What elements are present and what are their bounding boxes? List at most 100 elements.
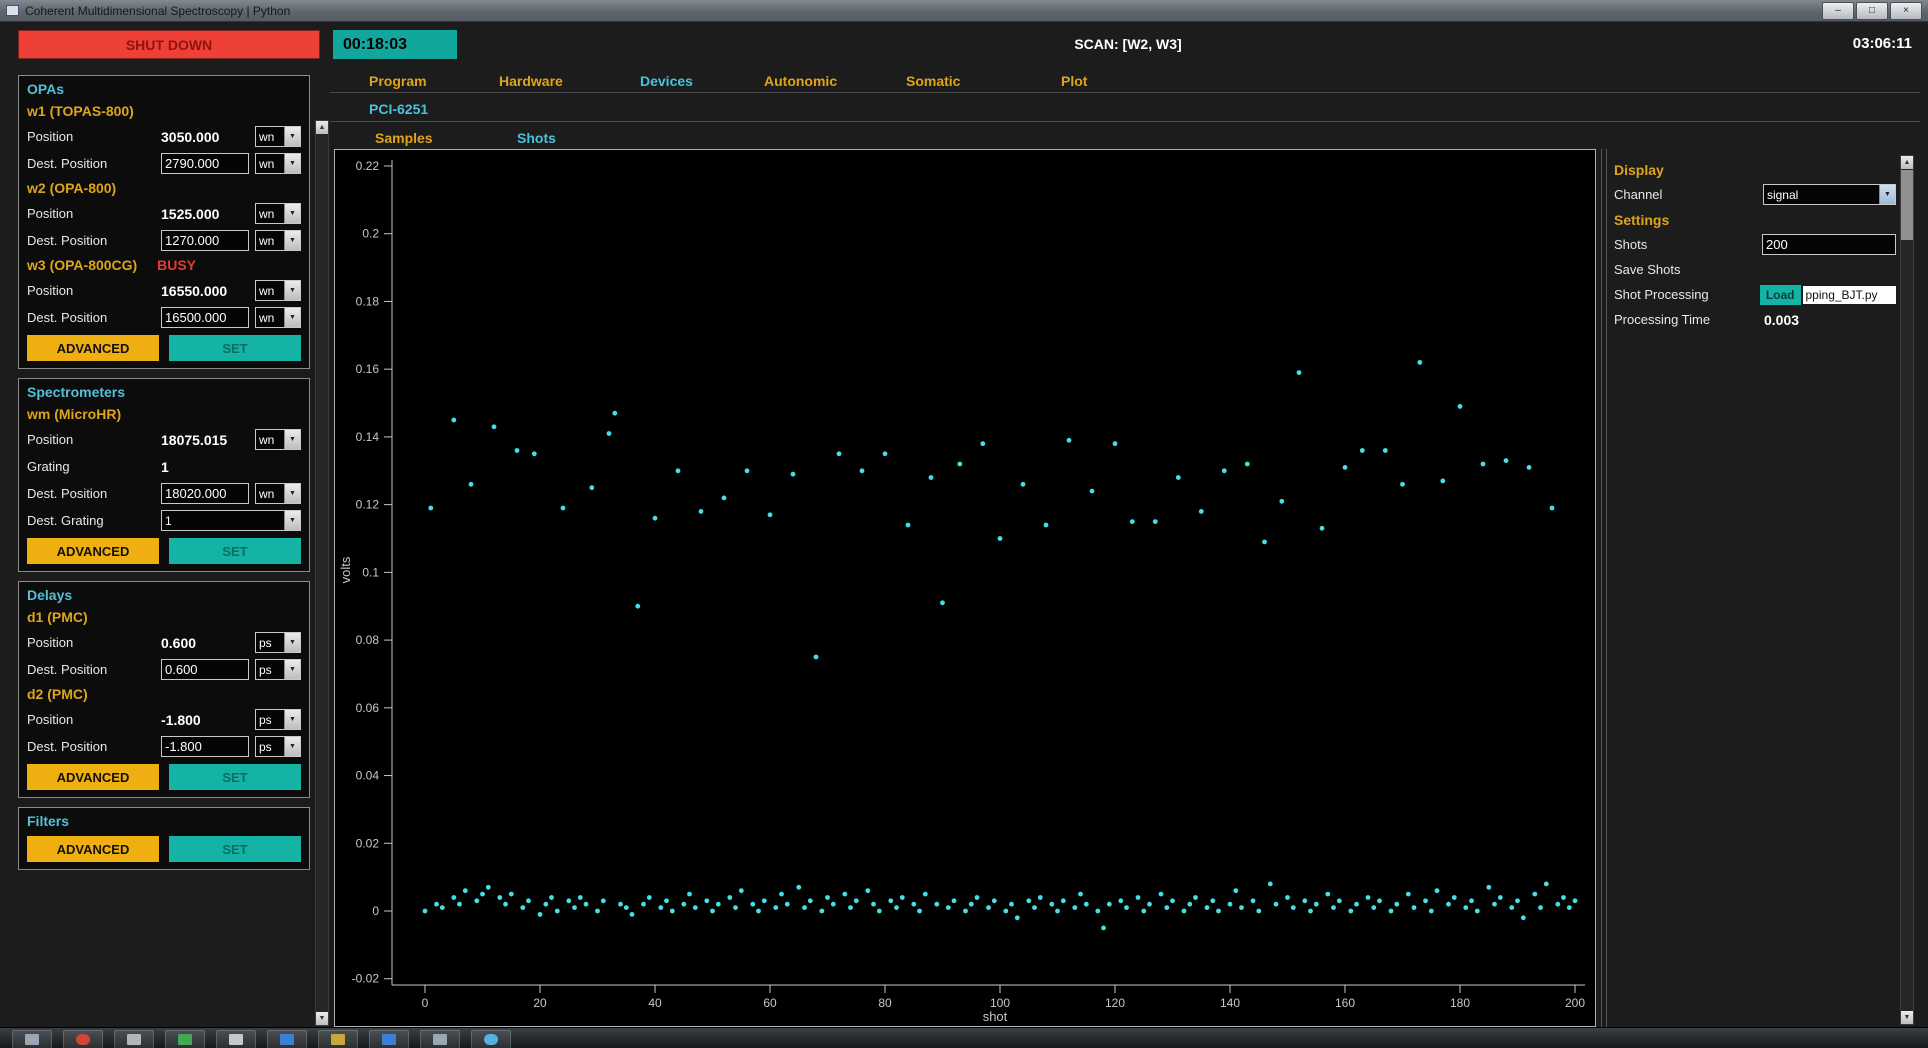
minimize-button-icon[interactable]: – (1822, 1, 1854, 20)
tab-hardware[interactable]: Hardware (499, 73, 563, 89)
tab-autonomic[interactable]: Autonomic (764, 73, 837, 89)
set-button[interactable]: SET (169, 836, 301, 862)
units-combo[interactable]: wn ▼ (255, 280, 301, 301)
tab-pci-6251[interactable]: PCI-6251 (369, 101, 428, 117)
units-value: ps (259, 739, 272, 754)
tab-somatic[interactable]: Somatic (906, 73, 960, 89)
shots-scatter-plot[interactable]: -0.02 0 0.02 0.04 0.06 0.08 0.1 0.12 0.14 0.16 0.1… (335, 150, 1595, 1026)
tab-plot[interactable]: Plot (1061, 73, 1087, 89)
scrollbar-thumb[interactable] (1901, 170, 1913, 240)
maximize-button-icon[interactable]: □ (1856, 1, 1888, 20)
scroll-up-icon[interactable]: ▲ (1901, 156, 1913, 169)
dest-position-row: Dest. Position wn ▼ (19, 150, 309, 177)
dest-position-input[interactable] (161, 153, 249, 174)
units-combo[interactable]: ps ▼ (255, 736, 301, 757)
grating-value: 1 (161, 458, 169, 475)
units-combo[interactable]: wn ▼ (255, 307, 301, 328)
taskbar-app-icon[interactable] (165, 1030, 205, 1048)
svg-text:0.22: 0.22 (356, 159, 380, 173)
scan-timer: 00:18:03 (333, 30, 457, 59)
units-combo[interactable]: wn ▼ (255, 429, 301, 450)
hardware-name-d1: d1 (PMC) (19, 606, 309, 629)
taskbar-app-icon[interactable] (420, 1030, 460, 1048)
advanced-button[interactable]: ADVANCED (27, 538, 159, 564)
tab-devices[interactable]: Devices (640, 73, 693, 89)
taskbar-app-icon[interactable] (471, 1030, 511, 1048)
display-header: Display (1614, 161, 1664, 178)
taskbar-app-icon[interactable] (114, 1030, 154, 1048)
row-label: Position (27, 206, 74, 221)
svg-text:0.14: 0.14 (356, 430, 380, 444)
dest-position-input[interactable] (161, 736, 249, 757)
set-button[interactable]: SET (169, 538, 301, 564)
hardware-name-w2: w2 (OPA-800) (19, 177, 309, 200)
units-combo[interactable]: wn ▼ (255, 153, 301, 174)
taskbar-app-icon[interactable] (369, 1030, 409, 1048)
channel-combo[interactable]: signal ▼ (1762, 184, 1896, 205)
svg-text:60: 60 (763, 996, 777, 1010)
set-button[interactable]: SET (169, 764, 301, 790)
svg-text:0: 0 (372, 904, 379, 918)
dest-grating-combo[interactable]: 1 ▼ (161, 510, 301, 531)
units-combo[interactable]: ps ▼ (255, 632, 301, 653)
row-label: Dest. Position (27, 662, 108, 677)
units-combo[interactable]: wn ▼ (255, 203, 301, 224)
tab-shots[interactable]: Shots (517, 130, 556, 146)
shots-plot-area[interactable]: -0.02 0 0.02 0.04 0.06 0.08 0.1 0.12 0.14 0.16 0.1… (334, 149, 1596, 1027)
units-combo[interactable]: wn ▼ (255, 126, 301, 147)
panel-buttons: ADVANCED SET (19, 534, 309, 566)
window-titlebar[interactable]: Coherent Multidimensional Spectroscopy |… (0, 0, 1928, 22)
position-row: Position 3050.000 wn ▼ (19, 123, 309, 150)
shot-processing-file[interactable]: pping_BJT.py (1802, 285, 1896, 304)
advanced-button[interactable]: ADVANCED (27, 335, 159, 361)
units-combo[interactable]: wn ▼ (255, 483, 301, 504)
dest-grating-row: Dest. Grating 1 ▼ (19, 507, 309, 534)
taskbar-app-icon[interactable] (63, 1030, 103, 1048)
shots-row: Shots (1614, 232, 1896, 257)
units-value: wn (259, 486, 275, 501)
taskbar-app-icon[interactable] (216, 1030, 256, 1048)
tab-program[interactable]: Program (369, 73, 427, 89)
svg-text:200: 200 (1565, 996, 1585, 1010)
units-combo[interactable]: wn ▼ (255, 230, 301, 251)
position-row: Position 18075.015 wn ▼ (19, 426, 309, 453)
scroll-up-icon[interactable]: ▲ (316, 121, 328, 134)
app-glyph-icon (382, 1034, 396, 1045)
chevron-down-icon: ▼ (284, 231, 300, 250)
grating-row: Grating 1 (19, 453, 309, 480)
advanced-button[interactable]: ADVANCED (27, 764, 159, 790)
tab-samples[interactable]: Samples (375, 130, 433, 146)
settings-scrollbar[interactable]: ▲ ▼ (1900, 155, 1914, 1025)
sidebar-scrollbar[interactable]: ▲ ▼ (315, 120, 329, 1026)
dest-position-input[interactable] (161, 230, 249, 251)
taskbar-app-icon[interactable] (12, 1030, 52, 1048)
panel-buttons: ADVANCED SET (19, 832, 309, 864)
close-button-icon[interactable]: × (1890, 1, 1922, 20)
svg-text:-0.02: -0.02 (352, 972, 380, 986)
units-combo[interactable]: ps ▼ (255, 709, 301, 730)
load-button[interactable]: Load (1759, 284, 1801, 305)
svg-text:0.04: 0.04 (356, 769, 380, 783)
taskbar-app-icon[interactable] (318, 1030, 358, 1048)
units-combo[interactable]: ps ▼ (255, 659, 301, 680)
hardware-name-label: d1 (PMC) (27, 609, 88, 625)
panel-splitter[interactable] (1601, 149, 1607, 1027)
scroll-down-icon[interactable]: ▼ (316, 1012, 328, 1025)
dest-position-input[interactable] (161, 483, 249, 504)
dest-position-input[interactable] (161, 307, 249, 328)
app-glyph-icon (178, 1034, 192, 1045)
scroll-down-icon[interactable]: ▼ (1901, 1011, 1913, 1024)
dest-position-input[interactable] (161, 659, 249, 680)
hardware-name-label: w3 (OPA-800CG) (27, 257, 138, 273)
chevron-down-icon: ▼ (284, 737, 300, 756)
shots-input[interactable] (1762, 234, 1896, 255)
advanced-button[interactable]: ADVANCED (27, 836, 159, 862)
shot-processing-label: Shot Processing (1614, 287, 1709, 302)
position-row: Position -1.800 ps ▼ (19, 706, 309, 733)
svg-text:160: 160 (1335, 996, 1355, 1010)
panel-title-delays: Delays (27, 587, 73, 603)
svg-text:20: 20 (533, 996, 547, 1010)
taskbar-app-icon[interactable] (267, 1030, 307, 1048)
set-button[interactable]: SET (169, 335, 301, 361)
shutdown-button[interactable]: SHUT DOWN (18, 30, 320, 59)
